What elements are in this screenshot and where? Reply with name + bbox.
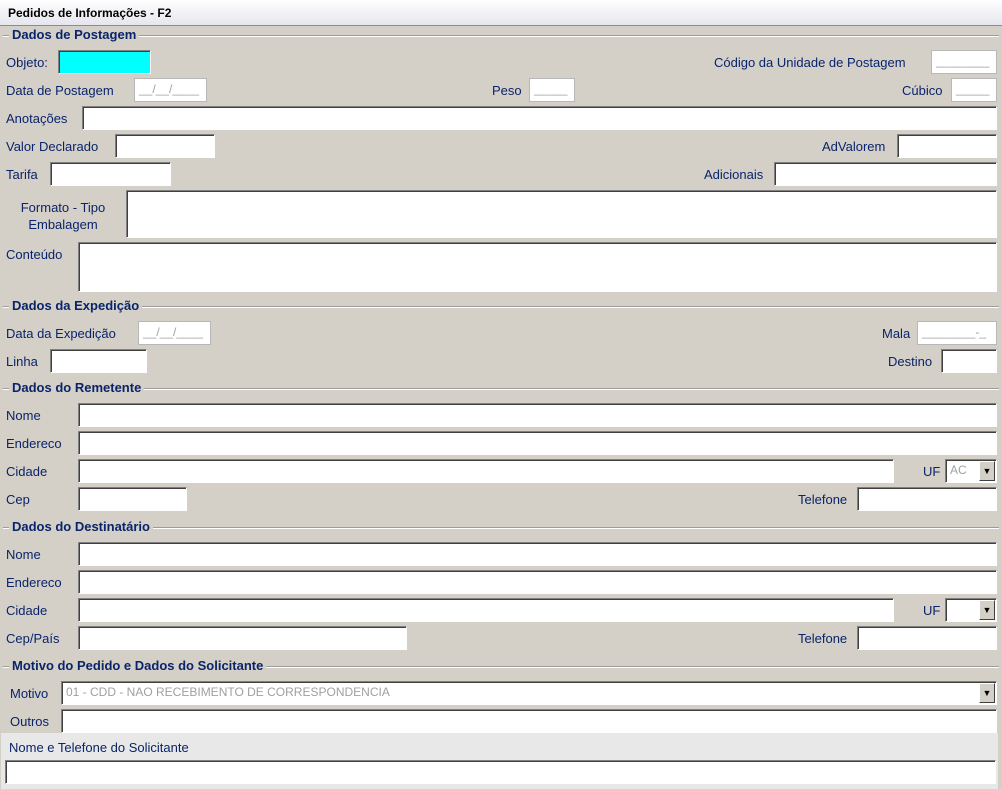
remetente-nome-field[interactable] [78, 403, 997, 427]
data-postagem-label: Data de Postagem [6, 83, 114, 98]
destinatario-nome-label: Nome [6, 547, 41, 562]
solicitante-panel: Nome e Telefone do Solicitante [1, 733, 998, 789]
advalorem-label: AdValorem [822, 139, 886, 154]
formato-label-line2: Embalagem [28, 217, 98, 232]
section-divider [3, 306, 999, 308]
destinatario-nome-field[interactable] [78, 542, 997, 566]
remetente-cep-field[interactable] [78, 487, 187, 511]
destinatario-uf-label: UF [923, 603, 941, 618]
section-title-motivo: Motivo do Pedido e Dados do Solicitante [9, 658, 267, 673]
destinatario-telefone-label: Telefone [798, 631, 848, 646]
formato-embalagem-field[interactable] [126, 190, 997, 238]
cubico-label: Cúbico [902, 83, 943, 98]
cubico-field[interactable]: _____ [951, 78, 997, 102]
destinatario-cidade-label: Cidade [6, 603, 48, 618]
data-expedicao-field[interactable]: __/__/____ [138, 321, 211, 345]
chevron-down-icon[interactable]: ▼ [979, 600, 995, 620]
motivo-label: Motivo [10, 686, 49, 701]
codigo-unidade-field[interactable]: ________ [931, 50, 997, 74]
data-postagem-field[interactable]: __/__/____ [134, 78, 207, 102]
linha-field[interactable] [50, 349, 147, 373]
mala-label: Mala [882, 326, 911, 341]
destinatario-telefone-field[interactable] [857, 626, 997, 650]
destinatario-endereco-label: Endereco [6, 575, 62, 590]
chevron-down-icon[interactable]: ▼ [979, 461, 995, 481]
objeto-field[interactable] [58, 50, 151, 74]
remetente-endereco-label: Endereco [6, 436, 62, 451]
adicionais-field[interactable] [774, 162, 997, 186]
adicionais-label: Adicionais [704, 167, 764, 182]
peso-field[interactable]: _____ [529, 78, 575, 102]
destino-label: Destino [888, 354, 933, 369]
chevron-down-icon[interactable]: ▼ [979, 683, 995, 703]
objeto-label: Objeto: [6, 55, 48, 70]
mala-field[interactable]: ________-_ [917, 321, 997, 345]
destinatario-cep-field[interactable] [78, 626, 407, 650]
peso-label: Peso [492, 83, 522, 98]
solicitante-field[interactable] [5, 760, 996, 784]
remetente-cep-label: Cep [6, 492, 30, 507]
data-expedicao-label: Data da Expedição [6, 326, 116, 341]
motivo-value: 01 - CDD - NAO RECEBIMENTO DE CORRESPOND… [66, 685, 390, 699]
remetente-cidade-field[interactable] [78, 459, 894, 483]
advalorem-field[interactable] [897, 134, 997, 158]
section-title-remetente: Dados do Remetente [9, 380, 145, 395]
outros-label: Outros [10, 714, 50, 729]
destinatario-cep-label: Cep/País [6, 631, 60, 646]
remetente-uf-select[interactable]: AC ▼ [945, 459, 997, 483]
codigo-unidade-label: Código da Unidade de Postagem [714, 55, 906, 70]
section-title-expedicao: Dados da Expedição [9, 298, 143, 313]
window-titlebar: Pedidos de Informações - F2 [0, 0, 1002, 26]
remetente-endereco-field[interactable] [78, 431, 997, 455]
anotacoes-field[interactable] [82, 106, 997, 130]
tarifa-field[interactable] [50, 162, 171, 186]
motivo-select[interactable]: 01 - CDD - NAO RECEBIMENTO DE CORRESPOND… [61, 681, 997, 705]
linha-label: Linha [6, 354, 38, 369]
destinatario-endereco-field[interactable] [78, 570, 997, 594]
remetente-uf-label: UF [923, 464, 941, 479]
outros-field[interactable] [61, 709, 997, 733]
valor-declarado-label: Valor Declarado [6, 139, 99, 154]
conteudo-field[interactable] [78, 242, 997, 292]
remetente-telefone-label: Telefone [798, 492, 848, 507]
tarifa-label: Tarifa [6, 167, 38, 182]
destinatario-cidade-field[interactable] [78, 598, 894, 622]
remetente-uf-value: AC [950, 463, 967, 477]
solicitante-label: Nome e Telefone do Solicitante [9, 740, 189, 755]
formato-label-line1: Formato - Tipo [20, 200, 106, 215]
formato-label: Formato - Tipo Embalagem [6, 199, 120, 233]
section-divider [3, 35, 999, 37]
remetente-cidade-label: Cidade [6, 464, 48, 479]
section-title-postagem: Dados de Postagem [9, 27, 140, 42]
window-title: Pedidos de Informações - F2 [8, 6, 172, 20]
section-title-destinatario: Dados do Destinatário [9, 519, 153, 534]
remetente-telefone-field[interactable] [857, 487, 997, 511]
destino-field[interactable] [941, 349, 997, 373]
destinatario-uf-select[interactable]: ▼ [945, 598, 997, 622]
remetente-nome-label: Nome [6, 408, 41, 423]
anotacoes-label: Anotações [6, 111, 68, 126]
conteudo-label: Conteúdo [6, 247, 63, 262]
section-divider [3, 388, 999, 390]
valor-declarado-field[interactable] [115, 134, 215, 158]
